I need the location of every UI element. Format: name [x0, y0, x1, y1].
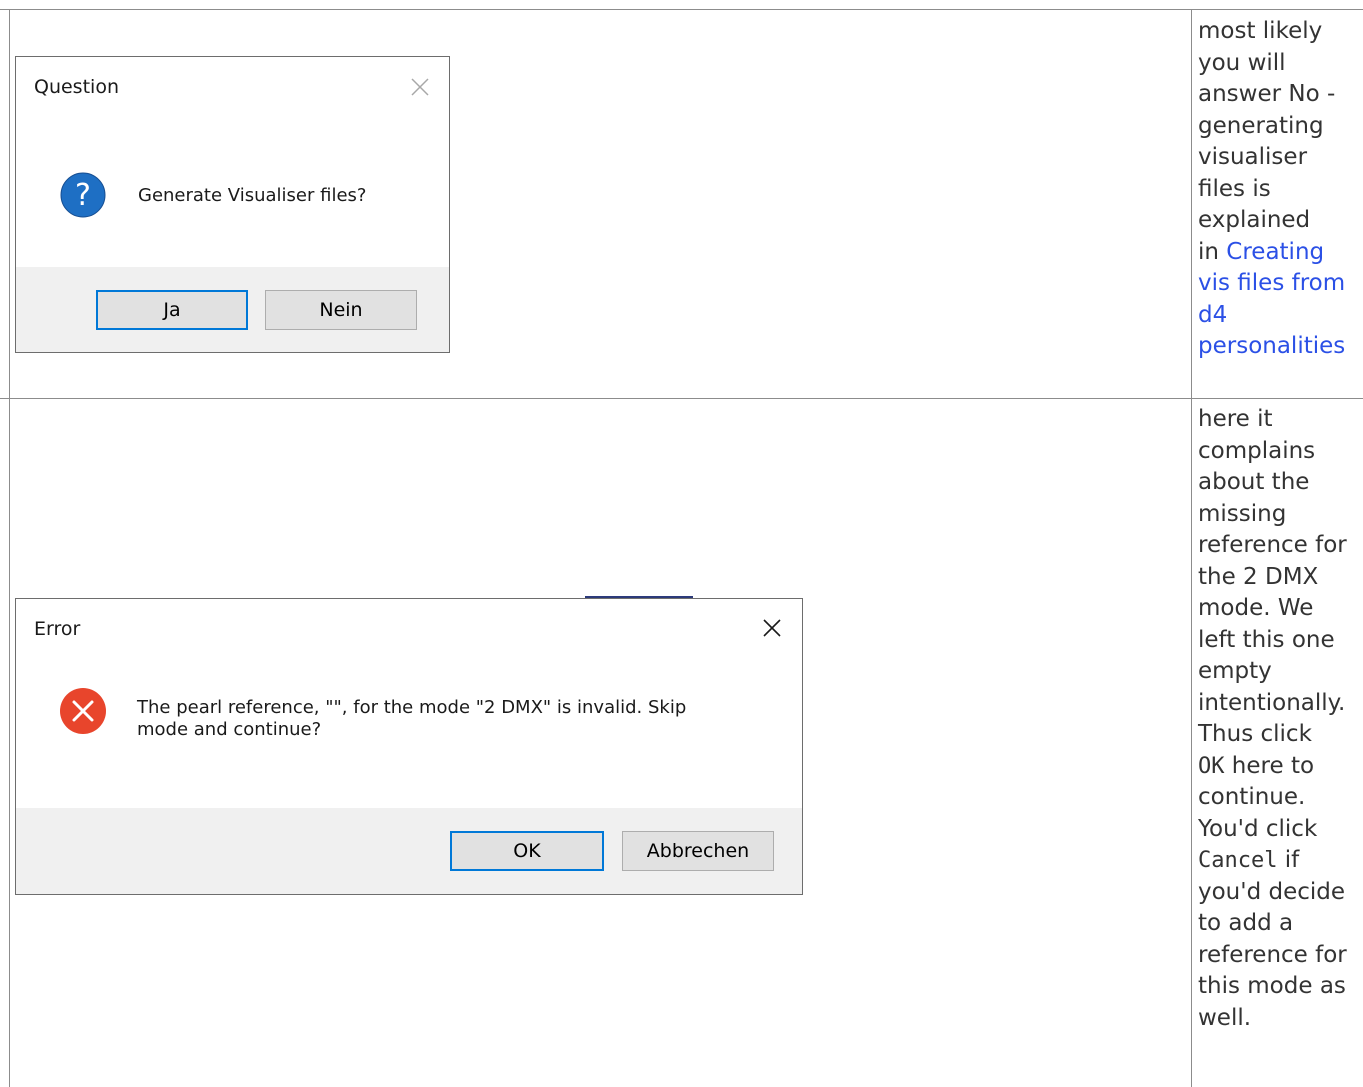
- note-text: if: [1277, 847, 1300, 873]
- note-line: personalities: [1198, 331, 1363, 363]
- creating-vis-files-link[interactable]: Creating: [1226, 239, 1324, 265]
- dialog-title: Error: [34, 618, 81, 640]
- note-line: to add a: [1198, 910, 1294, 936]
- creating-vis-files-link[interactable]: d4: [1198, 302, 1227, 328]
- dialog-message-line: The pearl reference, "", for the mode "2…: [137, 697, 687, 718]
- note-line: d4: [1198, 300, 1363, 332]
- note-line: missing: [1198, 500, 1287, 527]
- note-line: answer No -: [1198, 81, 1336, 107]
- note-line: most likely: [1198, 18, 1323, 44]
- table-left-border: [9, 9, 10, 1087]
- note-line: you will: [1198, 49, 1286, 76]
- cancel-button[interactable]: Abbrechen: [622, 831, 774, 871]
- close-icon[interactable]: [760, 616, 784, 640]
- note-line: well.: [1198, 1004, 1252, 1031]
- close-icon[interactable]: [408, 75, 432, 99]
- note-line: OK here to: [1198, 751, 1363, 783]
- note-line: Cancel if: [1198, 845, 1363, 877]
- note-line: mode. We: [1198, 595, 1314, 621]
- note-line: reference for: [1198, 941, 1347, 968]
- creating-vis-files-link[interactable]: vis files from: [1198, 270, 1345, 296]
- dialog-message-line: mode and continue?: [137, 719, 322, 740]
- yes-button[interactable]: Ja: [96, 290, 248, 330]
- error-icon: [58, 686, 108, 736]
- question-icon: ?: [59, 171, 107, 219]
- question-dialog: Question ? Generate Visualiser files? Ja…: [15, 56, 450, 353]
- note-line: empty: [1198, 658, 1272, 684]
- note-line: You'd click: [1198, 815, 1318, 842]
- page: Question ? Generate Visualiser files? Ja…: [0, 0, 1363, 1087]
- note-row2: here it complains about the missing refe…: [1198, 404, 1363, 1034]
- note-line: in Creating: [1198, 237, 1363, 269]
- dialog-footer: Ja Nein: [16, 267, 449, 352]
- table-row-divider: [0, 398, 1363, 399]
- note-line: about the: [1198, 469, 1310, 495]
- note-line: generating: [1198, 112, 1324, 139]
- dialog-message: Generate Visualiser files?: [138, 185, 367, 206]
- note-line: intentionally.: [1198, 689, 1346, 716]
- table-column-divider: [1191, 9, 1192, 1087]
- note-line: the 2 DMX: [1198, 563, 1319, 590]
- ok-code: OK: [1198, 753, 1225, 779]
- note-line: reference for: [1198, 532, 1347, 558]
- note-line: complains: [1198, 437, 1316, 464]
- note-line: this mode as: [1198, 973, 1346, 999]
- note-line: files is: [1198, 175, 1271, 202]
- note-line: explained: [1198, 207, 1311, 233]
- dialog-title: Question: [34, 76, 119, 98]
- note-line: visualiser: [1198, 144, 1308, 170]
- note-line: Thus click: [1198, 721, 1312, 747]
- no-button[interactable]: Nein: [265, 290, 417, 330]
- note-line: left this one: [1198, 626, 1335, 653]
- error-dialog: Error The pearl reference, "", for the m…: [15, 598, 803, 895]
- creating-vis-files-link[interactable]: personalities: [1198, 333, 1345, 359]
- note-line: continue.: [1198, 784, 1306, 810]
- svg-text:?: ?: [75, 178, 91, 213]
- note-row1: most likely you will answer No - generat…: [1198, 16, 1363, 363]
- note-text: in: [1198, 238, 1227, 265]
- note-text: here to: [1224, 752, 1315, 779]
- note-line: vis files from: [1198, 268, 1363, 300]
- ok-button[interactable]: OK: [450, 831, 604, 871]
- dialog-message: The pearl reference, "", for the mode "2…: [137, 697, 686, 741]
- note-line: you'd decide: [1198, 878, 1346, 905]
- cancel-code: Cancel: [1198, 848, 1278, 873]
- table-top-border: [0, 9, 1363, 10]
- note-line: here it: [1198, 406, 1273, 432]
- dialog-footer: OK Abbrechen: [16, 808, 802, 894]
